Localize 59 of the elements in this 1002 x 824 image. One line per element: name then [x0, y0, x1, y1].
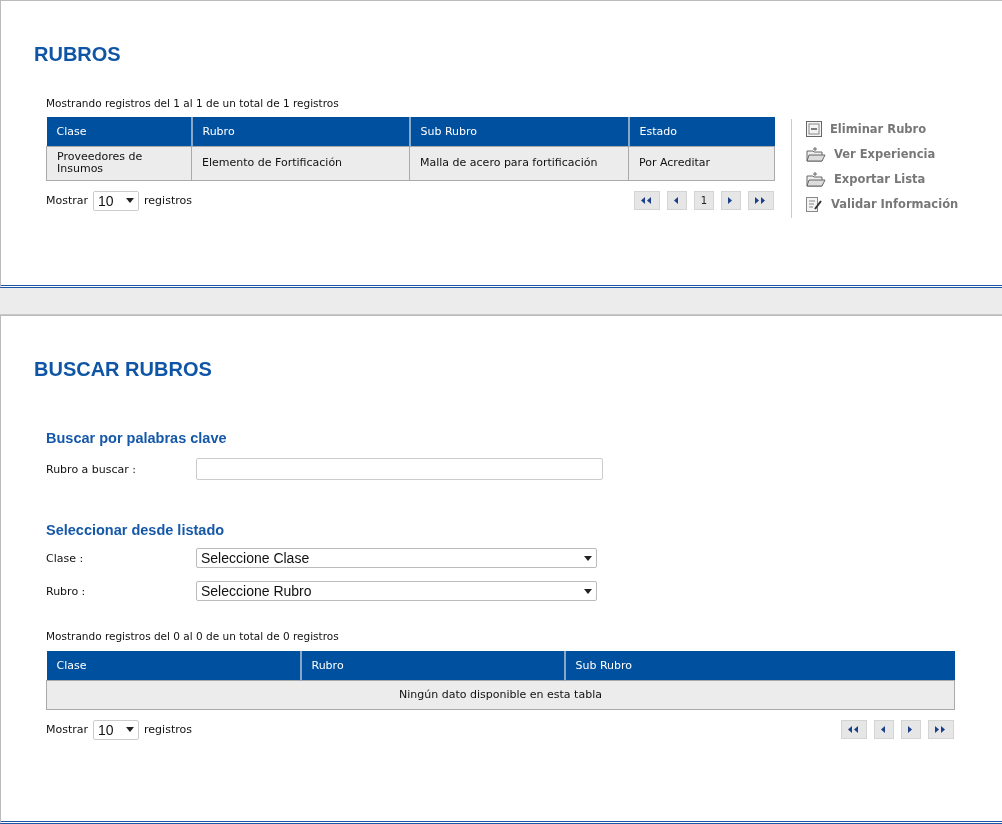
- empty-table-message: Ningún dato disponible en esta tabla: [46, 680, 955, 709]
- folder-icon: [806, 171, 826, 187]
- column-header: Clase: [46, 651, 301, 680]
- action-link[interactable]: Ver Experiencia: [806, 146, 959, 162]
- action-link[interactable]: Validar Información: [806, 196, 959, 212]
- column-header: Sub Rubro: [409, 117, 629, 146]
- table-cell: Malla de acero para fortificación: [409, 146, 629, 180]
- field-label: Rubro :: [46, 584, 87, 598]
- column-header: Rubro: [191, 117, 410, 146]
- folder-icon: [806, 146, 826, 162]
- page-size-select[interactable]: 10: [93, 719, 140, 740]
- column-header: Estado: [628, 117, 775, 146]
- caret-icon: [584, 588, 592, 594]
- search-field[interactable]: [196, 458, 603, 480]
- page-size-select[interactable]: 10: [93, 190, 140, 211]
- action-link[interactable]: Eliminar Rubro: [806, 121, 959, 137]
- section-title: BUSCAR RUBROS: [34, 358, 212, 382]
- column-header: Rubro: [300, 651, 565, 680]
- previous-page-button[interactable]: [874, 720, 894, 739]
- page-title: RUBROS: [34, 43, 121, 67]
- records-info: Mostrando registros del 0 al 0 de un total de 0 registros: [46, 630, 339, 642]
- double-left-arrow-icon: [641, 197, 653, 204]
- list-heading: Seleccionar desde listado: [46, 522, 225, 538]
- show-label: Mostrar: [46, 194, 89, 207]
- dropdown-select[interactable]: Seleccione Clase: [196, 548, 597, 568]
- records-info: Mostrando registros del 1 al 1 de un total de 1 registros: [46, 97, 339, 109]
- caret-icon: [126, 198, 135, 203]
- minus-box-icon: [806, 121, 822, 137]
- first-page-button[interactable]: [634, 191, 660, 210]
- column-header: Clase: [46, 117, 192, 146]
- table-cell: Elemento de Fortificación: [191, 146, 410, 180]
- double-right-arrow-icon: [935, 726, 947, 733]
- action-link[interactable]: Exportar Lista: [806, 171, 959, 187]
- page-button[interactable]: 1: [694, 191, 714, 210]
- right-arrow-icon: [908, 726, 914, 733]
- caret-icon: [126, 727, 135, 732]
- double-left-arrow-icon: [848, 726, 860, 733]
- left-arrow-icon: [881, 726, 887, 733]
- table-cell: Proveedores de Insumos: [46, 146, 192, 180]
- next-page-button[interactable]: [721, 191, 741, 210]
- field-label: Clase :: [46, 551, 85, 565]
- document-pencil-icon: [806, 196, 823, 212]
- left-arrow-icon: [674, 197, 680, 204]
- last-page-button[interactable]: [928, 720, 954, 739]
- double-right-arrow-icon: [755, 197, 767, 204]
- dropdown-select[interactable]: Seleccione Rubro: [196, 581, 597, 601]
- keyword-heading: Buscar por palabras clave: [46, 430, 227, 446]
- table-cell: Por Acreditar: [628, 146, 775, 180]
- previous-page-button[interactable]: [667, 191, 687, 210]
- next-page-button[interactable]: [901, 720, 921, 739]
- show-label: Mostrar: [46, 723, 89, 736]
- last-page-button[interactable]: [748, 191, 774, 210]
- field-label: Rubro a buscar :: [46, 462, 138, 476]
- right-arrow-icon: [728, 197, 734, 204]
- records-label: registros: [144, 723, 192, 736]
- first-page-button[interactable]: [841, 720, 867, 739]
- caret-icon: [584, 555, 592, 561]
- records-label: registros: [144, 194, 192, 207]
- column-header: Sub Rubro: [564, 651, 955, 680]
